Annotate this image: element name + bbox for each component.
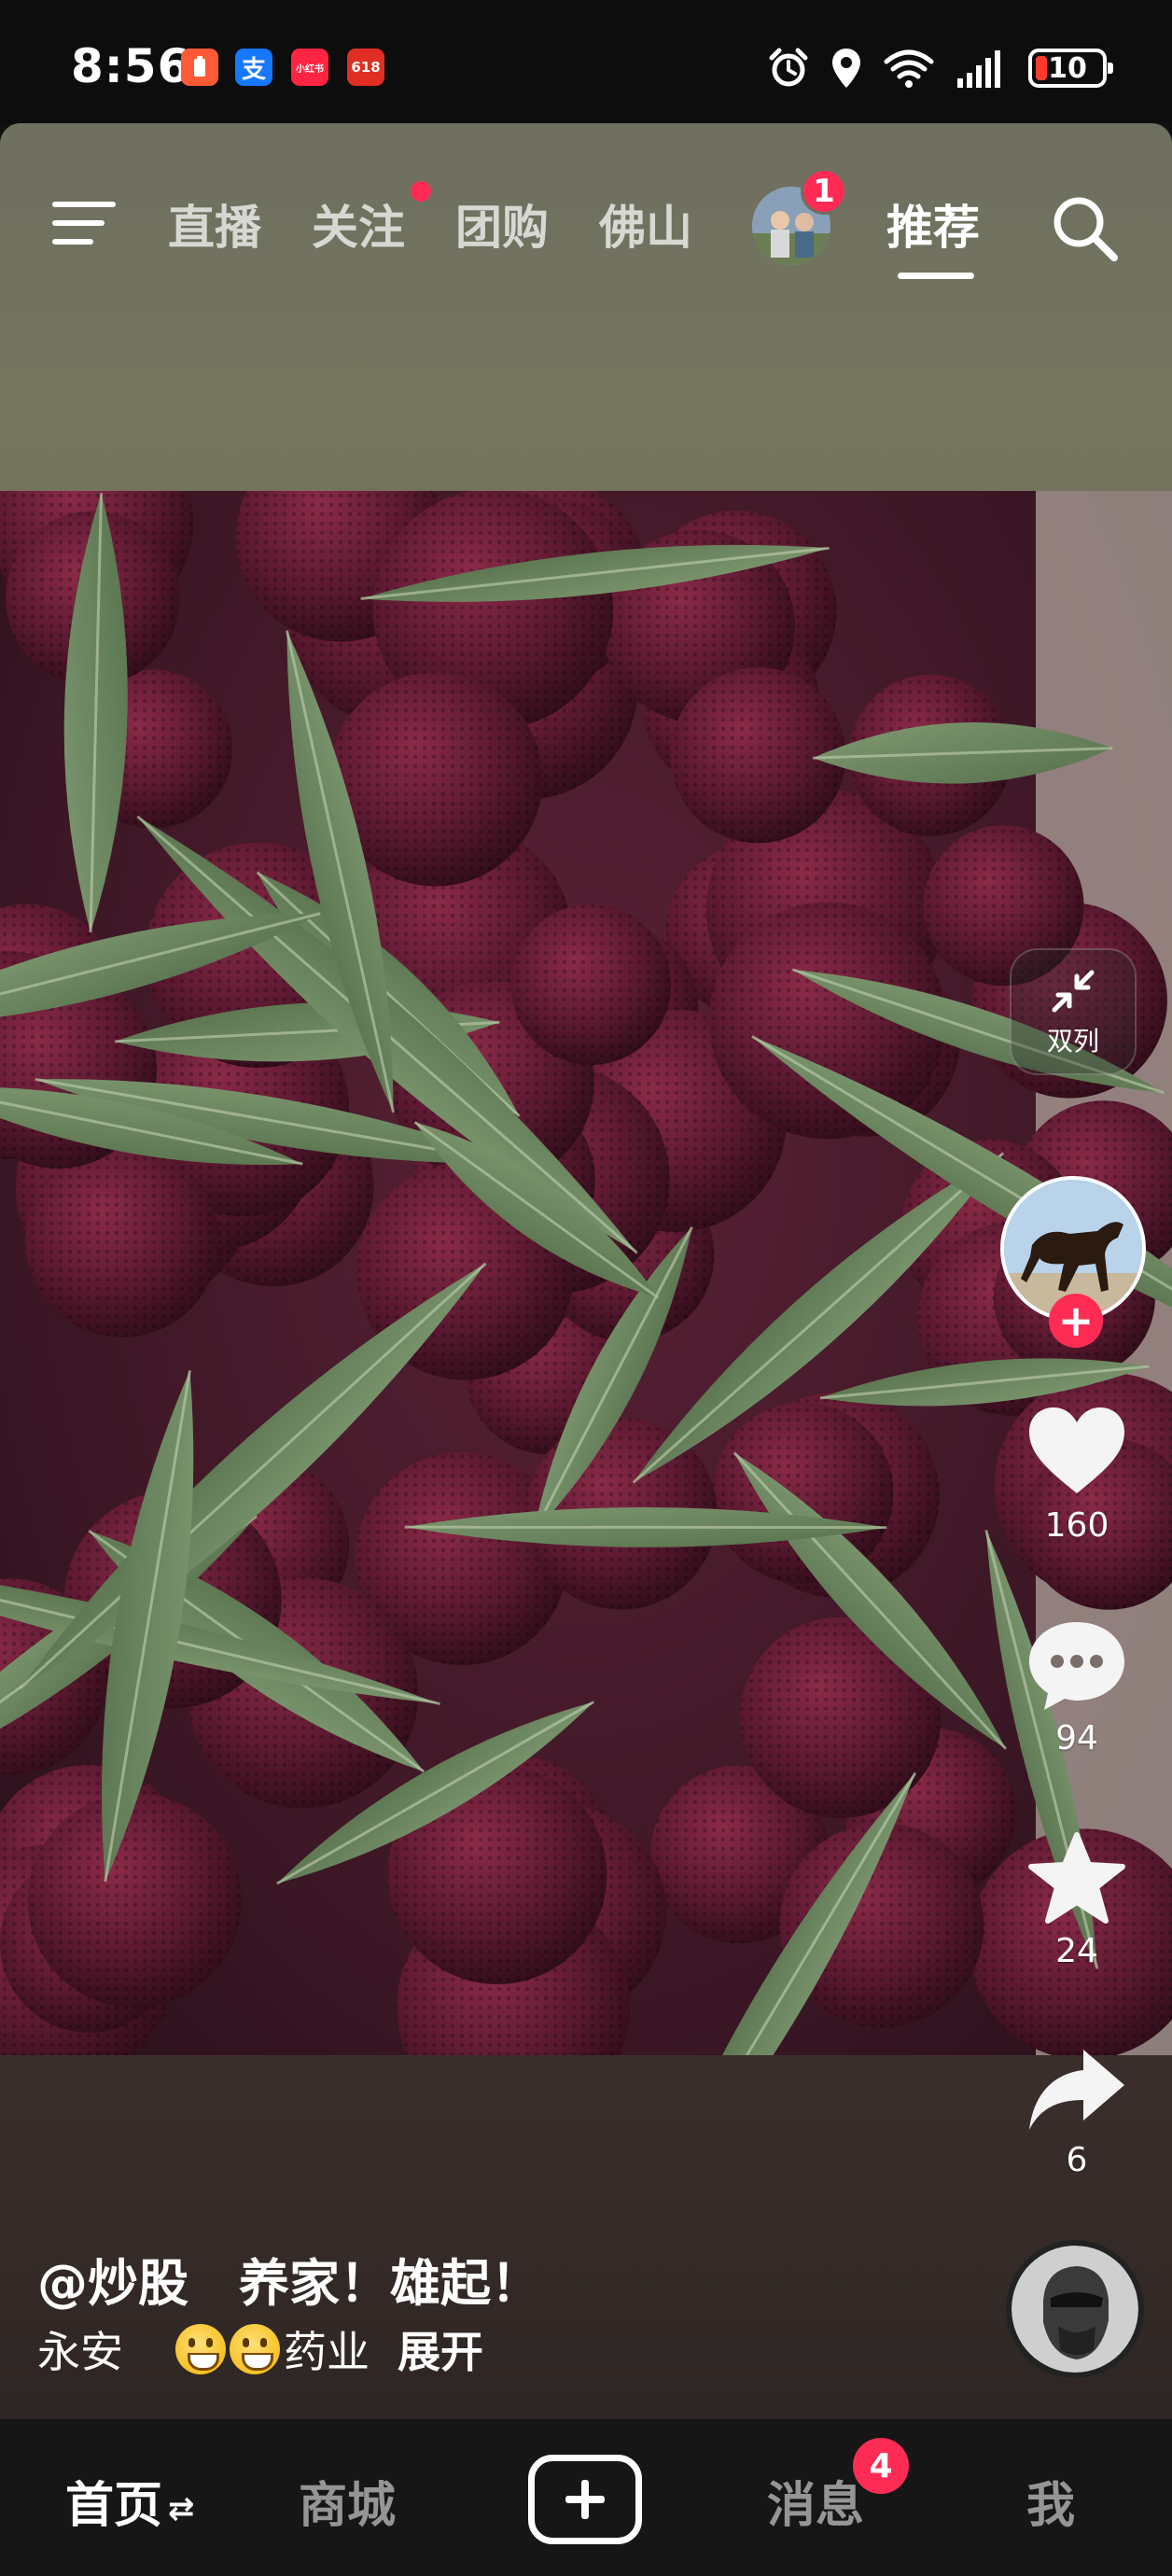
menu-icon-line bbox=[52, 220, 105, 226]
tab-city[interactable]: 佛山 bbox=[599, 190, 692, 258]
search-icon bbox=[1053, 197, 1118, 261]
nav-home[interactable]: 首页 ⇄ bbox=[65, 2466, 195, 2536]
switch-arrows-icon: ⇄ bbox=[168, 2490, 195, 2527]
grinning-emoji-icon bbox=[230, 2324, 280, 2374]
tab-following[interactable]: 关注 bbox=[312, 190, 405, 258]
comment-icon bbox=[1029, 1622, 1124, 1710]
video-frame-bayberries bbox=[0, 491, 1172, 2055]
tab-recommended[interactable]: 推荐 bbox=[886, 190, 980, 258]
xiaohongshu-app-icon: 小红书 bbox=[291, 49, 328, 86]
nav-home-label: 首页 bbox=[65, 2478, 163, 2534]
video-description: 永安 药业 展开 bbox=[37, 2318, 483, 2380]
like-button[interactable]: 160 bbox=[1013, 1406, 1140, 1545]
wifi-icon bbox=[884, 49, 934, 88]
video-feed-app: 直播 关注 团购 佛山 1 推荐 双列 + 160 94 24 6 @炒股 养家… bbox=[0, 123, 1172, 2576]
location-icon bbox=[832, 49, 860, 88]
signal-icon bbox=[957, 50, 1000, 88]
description-text-start: 永安 bbox=[37, 2327, 123, 2377]
comment-count: 94 bbox=[1055, 1719, 1098, 1757]
nav-mall[interactable]: 商城 bbox=[299, 2466, 396, 2536]
tab-live[interactable]: 直播 bbox=[168, 190, 261, 258]
share-count: 6 bbox=[1066, 2141, 1088, 2179]
nav-messages[interactable]: 消息 bbox=[767, 2466, 864, 2536]
battery-icon: 10 bbox=[1028, 49, 1113, 88]
like-count: 160 bbox=[1044, 1506, 1109, 1545]
follow-button[interactable]: + bbox=[1049, 1294, 1103, 1348]
favorite-button[interactable]: 24 bbox=[1013, 1831, 1140, 1970]
menu-icon-line bbox=[52, 202, 116, 207]
collapse-arrows-icon bbox=[1052, 970, 1095, 1013]
comment-button[interactable]: 94 bbox=[1013, 1618, 1140, 1757]
video-player[interactable] bbox=[0, 123, 1172, 2419]
status-indicators: 10 bbox=[767, 45, 1113, 91]
dual-column-button[interactable]: 双列 bbox=[1010, 948, 1137, 1075]
top-navigation: 直播 关注 团购 佛山 1 推荐 bbox=[0, 157, 1172, 287]
expand-description-button[interactable]: 展开 bbox=[398, 2318, 483, 2380]
create-post-button[interactable] bbox=[528, 2455, 642, 2544]
alipay-app-icon: 支 bbox=[235, 49, 272, 86]
heart-icon bbox=[1029, 1407, 1124, 1493]
search-button[interactable] bbox=[1049, 192, 1120, 263]
status-bar: 8:56 支 小红书 618 10 bbox=[0, 0, 1172, 123]
pinduoduo-app-icon: 618 bbox=[347, 49, 384, 86]
messages-badge: 4 bbox=[853, 2438, 909, 2494]
status-time: 8:56 bbox=[71, 39, 191, 93]
bottom-navigation: 首页 ⇄ 商城 消息 4 我 bbox=[0, 2419, 1172, 2576]
description-text-end: 药业 bbox=[284, 2327, 370, 2377]
menu-icon-line bbox=[52, 239, 93, 245]
following-dot-badge bbox=[411, 181, 431, 202]
friends-notification-badge: 1 bbox=[801, 168, 847, 215]
grinning-emoji-icon bbox=[175, 2324, 226, 2374]
share-button[interactable]: 6 bbox=[1013, 2044, 1140, 2179]
star-icon bbox=[1028, 1832, 1125, 1924]
tab-group-buy[interactable]: 团购 bbox=[455, 190, 549, 258]
music-disc[interactable] bbox=[1006, 2240, 1144, 2378]
favorite-count: 24 bbox=[1055, 1932, 1098, 1970]
battery-saver-app-icon bbox=[181, 49, 218, 86]
dual-column-label: 双列 bbox=[1046, 1026, 1099, 1057]
battery-level: 10 bbox=[1048, 51, 1087, 85]
menu-button[interactable] bbox=[52, 196, 119, 252]
nav-me[interactable]: 我 bbox=[1026, 2466, 1075, 2536]
active-tab-indicator bbox=[898, 273, 974, 279]
video-author-name[interactable]: @炒股 养家！雄起！ bbox=[37, 2242, 541, 2316]
alarm-icon bbox=[769, 48, 808, 87]
share-arrow-icon bbox=[1029, 2050, 1124, 2130]
